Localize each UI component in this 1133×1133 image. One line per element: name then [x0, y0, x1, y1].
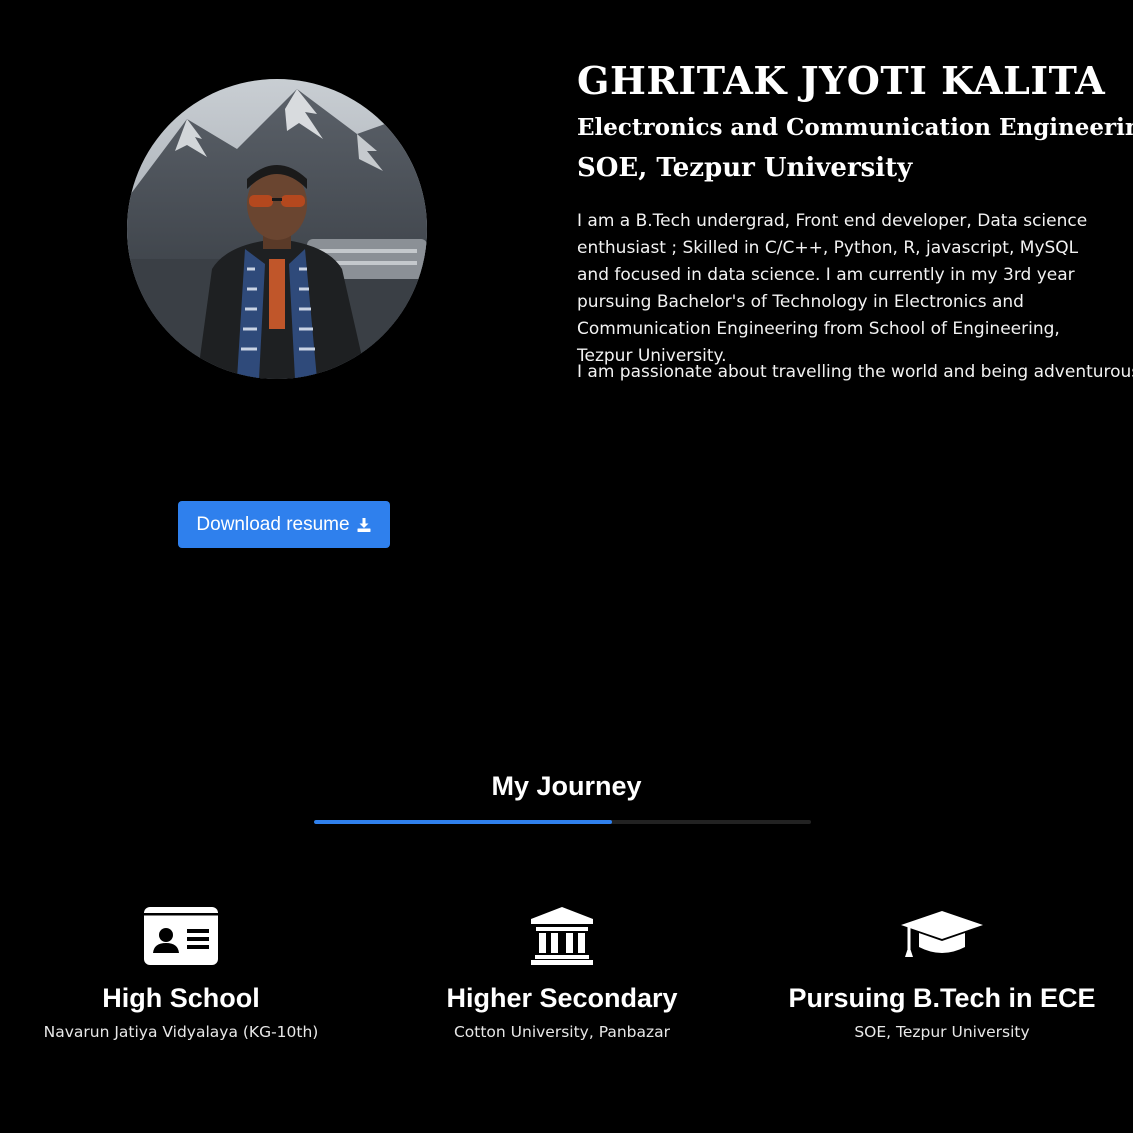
- download-resume-label: Download resume: [196, 513, 350, 535]
- profile-photo: [127, 79, 427, 379]
- graduation-cap-icon: [901, 911, 983, 957]
- download-resume-button[interactable]: Download resume: [178, 501, 390, 548]
- milestone-btech: Pursuing B.Tech in ECE SOE, Tezpur Unive…: [752, 905, 1132, 1043]
- milestone-higher-secondary: Higher Secondary Cotton University, Panb…: [372, 905, 752, 1043]
- milestone-title: Pursuing B.Tech in ECE: [788, 983, 1096, 1013]
- profile-department: Electronics and Communication Engineerin…: [577, 114, 1133, 141]
- milestone-subtitle: SOE, Tezpur University: [854, 1023, 1030, 1041]
- milestone-title: Higher Secondary: [446, 983, 678, 1013]
- university-building-icon: [531, 907, 593, 965]
- milestone-subtitle: Cotton University, Panbazar: [453, 1023, 671, 1041]
- profile-bio-extra: I am passionate about travelling the wor…: [577, 362, 1133, 382]
- journey-progress-bar: [314, 820, 811, 824]
- journey-progress-fill: [314, 820, 613, 824]
- download-icon: [357, 517, 371, 532]
- milestone-high-school: High School Navarun Jatiya Vidyalaya (KG…: [0, 905, 371, 1043]
- profile-school: SOE, Tezpur University: [577, 153, 913, 183]
- id-card-icon: [144, 907, 218, 965]
- profile-name: GHRITAK JYOTI KALITA: [577, 58, 1106, 103]
- milestone-subtitle: Navarun Jatiya Vidyalaya (KG-10th): [43, 1023, 319, 1041]
- milestone-title: High School: [102, 983, 260, 1013]
- journey-title: My Journey: [491, 771, 642, 801]
- profile-bio: I am a B.Tech undergrad, Front end devel…: [577, 211, 1088, 366]
